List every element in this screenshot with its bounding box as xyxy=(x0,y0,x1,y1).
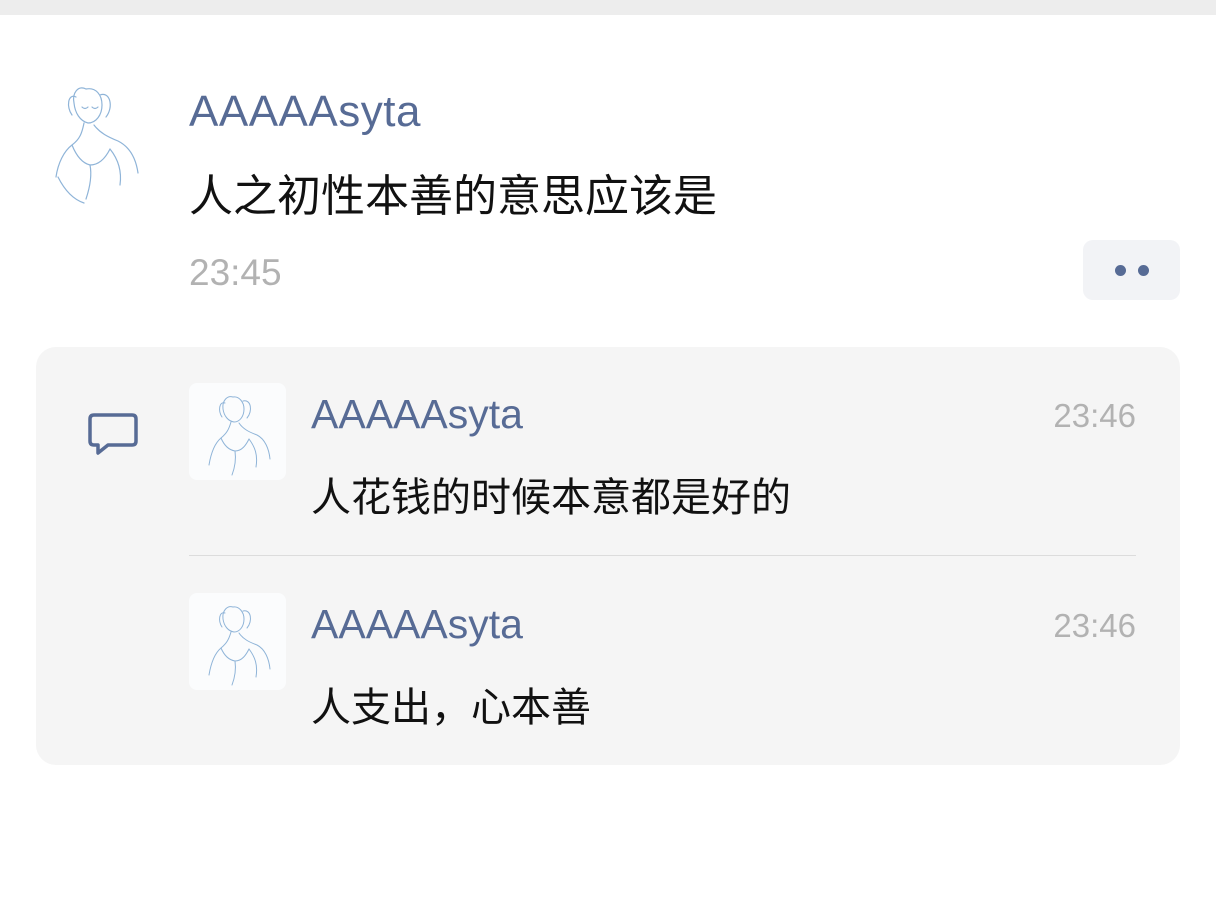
moment-post: AAAAAsyta 人之初性本善的意思应该是 23:45 xyxy=(0,15,1216,335)
top-strip xyxy=(0,0,1216,15)
comment-author-name[interactable]: AAAAAsyta xyxy=(311,391,523,438)
comment-author-name[interactable]: AAAAAsyta xyxy=(311,601,523,648)
sketch-portrait-icon xyxy=(208,606,271,686)
comment-timestamp: 23:46 xyxy=(1053,397,1136,434)
more-dot-icon xyxy=(1137,264,1149,276)
post-author-name[interactable]: AAAAAsyta xyxy=(189,87,421,137)
comment-author-avatar[interactable] xyxy=(189,593,286,690)
comment-item[interactable]: AAAAAsyta 23:46 人支出，心本善 xyxy=(36,557,1180,731)
more-dot-icon xyxy=(1114,264,1126,276)
sketch-portrait-icon xyxy=(208,396,271,476)
sketch-portrait-icon xyxy=(55,87,139,204)
more-actions-button[interactable] xyxy=(1083,240,1180,300)
author-avatar[interactable] xyxy=(38,67,154,209)
comment-author-avatar[interactable] xyxy=(189,383,286,480)
comment-text: 人支出，心本善 xyxy=(311,685,591,731)
comment-timestamp: 23:46 xyxy=(1053,607,1136,644)
comment-text: 人花钱的时候本意都是好的 xyxy=(311,475,791,521)
comment-item[interactable]: AAAAAsyta 23:46 人花钱的时候本意都是好的 xyxy=(36,347,1180,521)
post-timestamp: 23:45 xyxy=(189,252,282,293)
comments-panel: AAAAAsyta 23:46 人花钱的时候本意都是好的 AAAAAsyta 2… xyxy=(36,347,1180,765)
post-text: 人之初性本善的意思应该是 xyxy=(189,171,717,222)
comment-divider xyxy=(189,555,1136,556)
